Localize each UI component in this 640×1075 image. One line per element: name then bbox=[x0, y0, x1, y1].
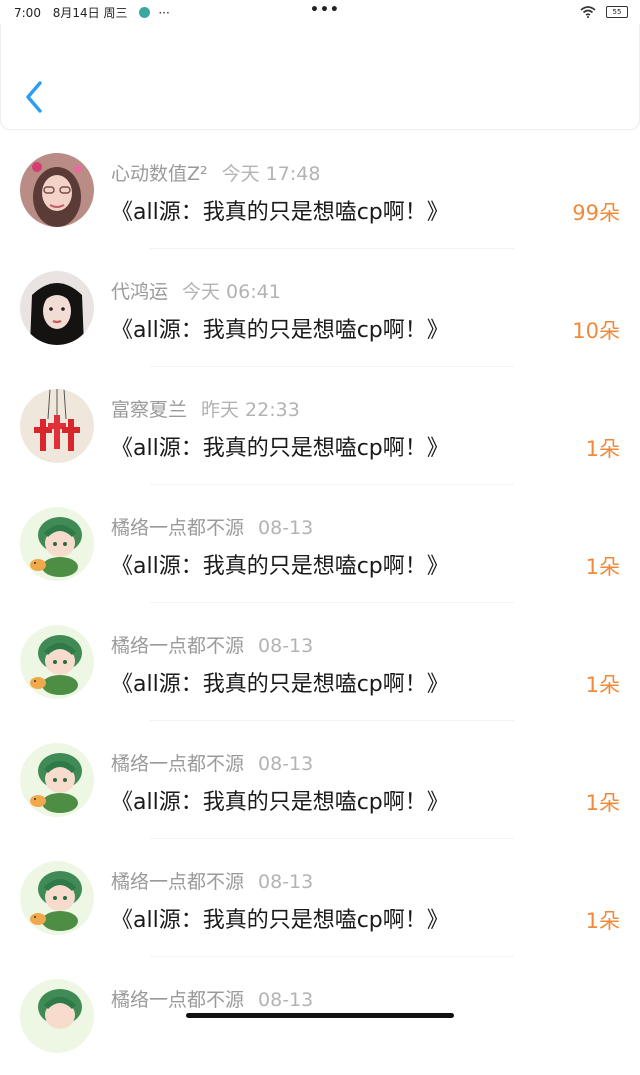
avatar[interactable] bbox=[20, 861, 94, 935]
list-item[interactable]: 橘络一点都不源 08-13 《all源：我真的只是想嗑cp啊！》 1朵 bbox=[0, 721, 640, 839]
user-name[interactable]: 富察夏兰 bbox=[111, 399, 187, 421]
user-name[interactable]: 橘络一点都不源 bbox=[111, 753, 244, 775]
book-title: 《all源：我真的只是想嗑cp啊！》 bbox=[111, 554, 449, 579]
gift-record-list: 心动数值Z² 今天 17:48 《all源：我真的只是想嗑cp啊！》 99朵 代鸿… bbox=[0, 131, 640, 1075]
user-name[interactable]: 心动数值Z² bbox=[111, 163, 208, 185]
list-item[interactable]: 心动数值Z² 今天 17:48 《all源：我真的只是想嗑cp啊！》 99朵 bbox=[0, 131, 640, 249]
status-more: ··· bbox=[158, 6, 170, 20]
wifi-icon bbox=[580, 5, 596, 18]
book-title: 《all源：我真的只是想嗑cp啊！》 bbox=[111, 908, 449, 933]
app-notification-icon bbox=[139, 7, 151, 18]
user-name[interactable]: 橘络一点都不源 bbox=[111, 989, 244, 1011]
list-item[interactable]: 橘络一点都不源 08-13 《all源：我真的只是想嗑cp啊！》 1朵 bbox=[0, 839, 640, 957]
timestamp: 08-13 bbox=[258, 753, 314, 775]
home-indicator[interactable] bbox=[186, 1013, 454, 1018]
book-title: 《all源：我真的只是想嗑cp啊！》 bbox=[111, 672, 449, 697]
user-name[interactable]: 橘络一点都不源 bbox=[111, 871, 244, 893]
user-name[interactable]: 橘络一点都不源 bbox=[111, 517, 244, 539]
flower-count: 1朵 bbox=[585, 791, 620, 815]
timestamp: 昨天 22:33 bbox=[201, 399, 300, 421]
timestamp: 今天 06:41 bbox=[182, 281, 281, 303]
back-button[interactable] bbox=[21, 79, 51, 115]
list-item[interactable]: 代鸿运 今天 06:41 《all源：我真的只是想嗑cp啊！》 10朵 bbox=[0, 249, 640, 367]
timestamp: 08-13 bbox=[258, 517, 314, 539]
timestamp: 08-13 bbox=[258, 635, 314, 657]
list-item[interactable]: 橘络一点都不源 08-13 《all源：我真的只是想嗑cp啊！》 1朵 bbox=[0, 603, 640, 721]
avatar[interactable] bbox=[20, 507, 94, 581]
book-title: 《all源：我真的只是想嗑cp啊！》 bbox=[111, 790, 449, 815]
avatar[interactable] bbox=[20, 271, 94, 345]
flower-count: 1朵 bbox=[585, 673, 620, 697]
list-item[interactable]: 橘络一点都不源 08-13 《all源：我真的只是想嗑cp啊！》 1朵 bbox=[0, 485, 640, 603]
timestamp: 08-13 bbox=[258, 989, 314, 1011]
status-time: 7:00 bbox=[14, 6, 41, 20]
flower-count: 1朵 bbox=[585, 555, 620, 579]
chevron-left-icon bbox=[26, 81, 42, 113]
avatar[interactable] bbox=[20, 153, 94, 227]
book-title: 《all源：我真的只是想嗑cp啊！》 bbox=[111, 436, 449, 461]
battery-icon: 55 bbox=[606, 5, 628, 18]
avatar[interactable] bbox=[20, 625, 94, 699]
avatar[interactable] bbox=[20, 389, 94, 463]
flower-count: 10朵 bbox=[572, 319, 620, 343]
flower-count: 99朵 bbox=[572, 201, 620, 225]
avatar[interactable] bbox=[20, 743, 94, 817]
avatar[interactable] bbox=[20, 979, 94, 1053]
flower-count: 1朵 bbox=[585, 909, 620, 933]
flower-count: 1朵 bbox=[585, 437, 620, 461]
top-bar bbox=[0, 24, 640, 130]
window-dots[interactable]: ••• bbox=[310, 2, 340, 18]
user-name[interactable]: 代鸿运 bbox=[111, 281, 168, 303]
timestamp: 08-13 bbox=[258, 871, 314, 893]
status-date: 8月14日 周三 bbox=[52, 6, 128, 20]
book-title: 《all源：我真的只是想嗑cp啊！》 bbox=[111, 200, 449, 225]
list-item[interactable]: 富察夏兰 昨天 22:33 《all源：我真的只是想嗑cp啊！》 1朵 bbox=[0, 367, 640, 485]
status-bar: 7:00 8月14日 周三 ··· ••• 55 bbox=[0, 0, 640, 24]
user-name[interactable]: 橘络一点都不源 bbox=[111, 635, 244, 657]
book-title: 《all源：我真的只是想嗑cp啊！》 bbox=[111, 318, 449, 343]
timestamp: 今天 17:48 bbox=[221, 163, 321, 185]
